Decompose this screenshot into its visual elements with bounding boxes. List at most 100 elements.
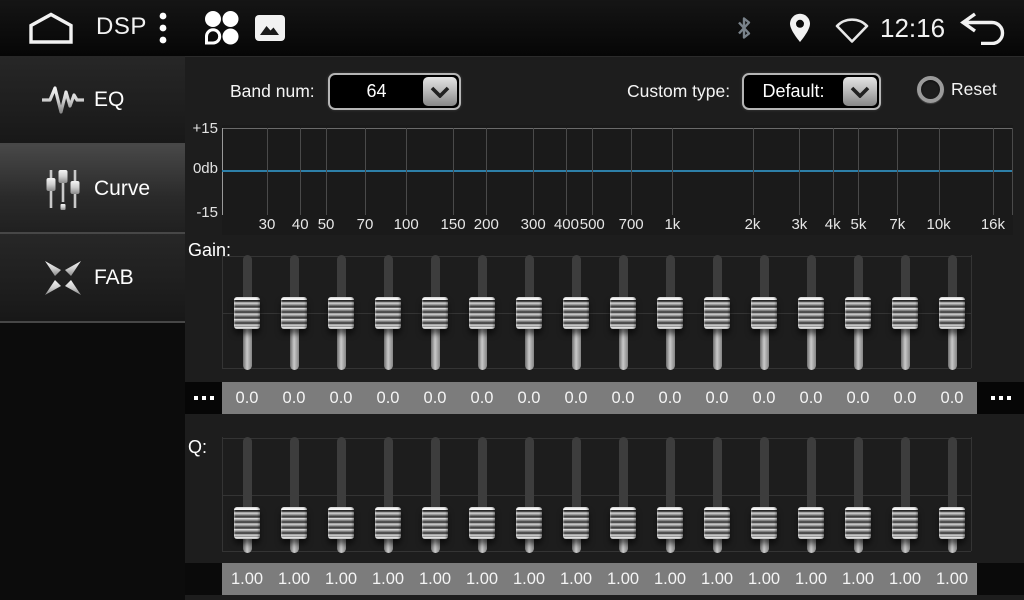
q-slider-handle[interactable] (892, 507, 918, 539)
q-slider (514, 437, 544, 553)
reset-radio[interactable] (917, 76, 944, 103)
sidebar-item-curve[interactable]: Curve (0, 145, 185, 234)
sidebar-item-label: Curve (94, 177, 150, 201)
gain-slider (467, 255, 497, 370)
freq-tick-label: 5k (836, 216, 880, 233)
q-slider-handle[interactable] (610, 507, 636, 539)
q-strip-left-spacer (185, 563, 222, 595)
q-value: 1.00 (694, 563, 740, 595)
gain-slider-handle[interactable] (563, 297, 589, 329)
q-slider (608, 437, 638, 553)
y-tick-plus15: +15 (184, 120, 218, 137)
y-tick-zero: 0db (184, 160, 218, 177)
gain-slider (937, 255, 967, 370)
graph-right-border (1012, 128, 1013, 215)
chevron-down-icon[interactable] (843, 77, 877, 106)
sidebar: EQ Curve (0, 56, 185, 600)
gain-slider-handle[interactable] (328, 297, 354, 329)
gain-slider-handle[interactable] (234, 297, 260, 329)
chevron-down-icon[interactable] (423, 77, 457, 106)
q-strip-right-spacer (977, 563, 1024, 595)
slider-area-edge (222, 255, 223, 368)
q-section-label: Q: (188, 437, 207, 458)
q-slider-handle[interactable] (751, 507, 777, 539)
gain-slider-handle[interactable] (798, 297, 824, 329)
q-value: 1.00 (835, 563, 881, 595)
q-slider-handle[interactable] (563, 507, 589, 539)
freq-gridline (592, 128, 593, 215)
sidebar-item-fab[interactable]: FAB (0, 234, 185, 323)
gain-slider-handle[interactable] (516, 297, 542, 329)
gain-next-bands-button[interactable] (977, 382, 1024, 414)
reset-label[interactable]: Reset (951, 79, 997, 100)
q-slider (561, 437, 591, 553)
freq-gridline (939, 128, 940, 215)
freq-tick-label: 200 (464, 216, 508, 233)
wifi-icon (834, 14, 870, 43)
overflow-menu-icon[interactable] (156, 11, 170, 45)
q-slider-handle[interactable] (657, 507, 683, 539)
q-slider (843, 437, 873, 553)
home-icon[interactable] (26, 11, 76, 45)
q-slider (373, 437, 403, 553)
q-slider-handle[interactable] (422, 507, 448, 539)
sliders-icon (40, 168, 86, 210)
slider-area-edge (971, 437, 972, 551)
freq-gridline (326, 128, 327, 215)
gain-slider (232, 255, 262, 370)
gallery-icon[interactable] (254, 14, 286, 42)
freq-tick-label: 16k (971, 216, 1015, 233)
gain-slider-handle[interactable] (751, 297, 777, 329)
q-slider (749, 437, 779, 553)
custom-type-value: Default: (744, 75, 843, 108)
gain-slider-handle[interactable] (422, 297, 448, 329)
gain-slider-handle[interactable] (845, 297, 871, 329)
gain-slider (749, 255, 779, 370)
q-slider-handle[interactable] (704, 507, 730, 539)
gain-slider (420, 255, 450, 370)
gain-slider-handle[interactable] (375, 297, 401, 329)
q-slider-handle[interactable] (939, 507, 965, 539)
q-slider-handle[interactable] (375, 507, 401, 539)
q-slider (326, 437, 356, 553)
q-value: 1.00 (271, 563, 317, 595)
freq-gridline (897, 128, 898, 215)
q-slider-handle[interactable] (845, 507, 871, 539)
q-slider-handle[interactable] (234, 507, 260, 539)
gain-slider-handle[interactable] (610, 297, 636, 329)
gain-value: 0.0 (271, 382, 317, 414)
q-slider-handle[interactable] (798, 507, 824, 539)
gain-value: 0.0 (459, 382, 505, 414)
q-slider-handle[interactable] (281, 507, 307, 539)
gain-value: 0.0 (506, 382, 552, 414)
gain-slider-handle[interactable] (657, 297, 683, 329)
gain-slider-handle[interactable] (704, 297, 730, 329)
apps-clover-icon[interactable] (202, 9, 240, 47)
q-slider-handle[interactable] (516, 507, 542, 539)
gain-values-strip: 0.00.00.00.00.00.00.00.00.00.00.00.00.00… (222, 382, 977, 414)
freq-gridline (753, 128, 754, 215)
gain-slider (514, 255, 544, 370)
gain-slider-handle[interactable] (892, 297, 918, 329)
freq-tick-label: 2k (731, 216, 775, 233)
gain-value: 0.0 (224, 382, 270, 414)
freq-gridline (858, 128, 859, 215)
gain-slider (843, 255, 873, 370)
back-icon[interactable] (958, 11, 1010, 45)
q-values-strip: 1.001.001.001.001.001.001.001.001.001.00… (222, 563, 977, 595)
q-slider (937, 437, 967, 553)
band-num-select[interactable]: 64 (328, 73, 461, 110)
gain-value: 0.0 (412, 382, 458, 414)
location-icon (788, 13, 812, 43)
q-slider-handle[interactable] (328, 507, 354, 539)
gain-prev-bands-button[interactable] (185, 382, 222, 414)
dsp-app-screen: DSP (0, 0, 1024, 600)
gain-slider (702, 255, 732, 370)
gain-slider-handle[interactable] (469, 297, 495, 329)
q-slider-handle[interactable] (469, 507, 495, 539)
q-value: 1.00 (600, 563, 646, 595)
gain-slider-handle[interactable] (939, 297, 965, 329)
sidebar-item-eq[interactable]: EQ (0, 56, 185, 145)
custom-type-select[interactable]: Default: (742, 73, 881, 110)
gain-slider-handle[interactable] (281, 297, 307, 329)
